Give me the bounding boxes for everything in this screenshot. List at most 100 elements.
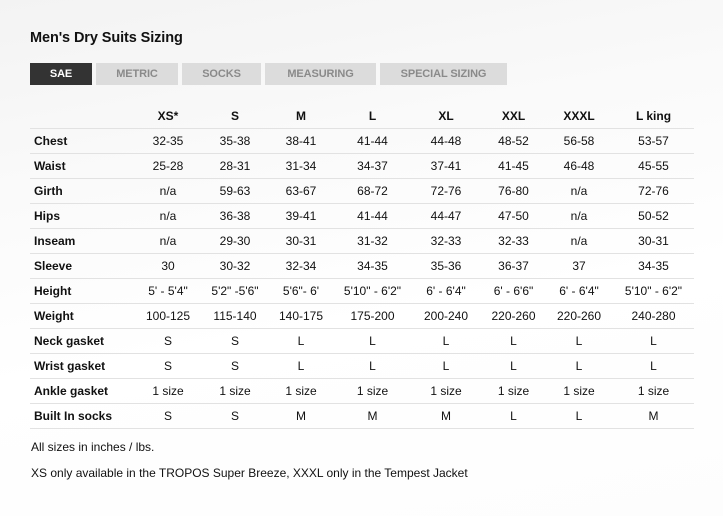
- table-cell: 1 size: [133, 378, 203, 404]
- table-cell: 35-38: [203, 128, 267, 154]
- table-cell: n/a: [545, 203, 613, 229]
- row-label: Wrist gasket: [30, 353, 133, 379]
- table-cell: L: [613, 328, 694, 354]
- table-cell: 115-140: [203, 303, 267, 329]
- table-cell: 30: [133, 253, 203, 279]
- sizing-tabs: SAE METRIC SOCKS MEASURING SPECIAL SIZIN…: [30, 63, 507, 85]
- header-cell-size: XS*: [133, 104, 203, 129]
- table-cell: L: [613, 353, 694, 379]
- table-cell: 140-175: [267, 303, 335, 329]
- header-cell-size: M: [267, 104, 335, 129]
- table-cell: 72-76: [613, 178, 694, 204]
- table-cell: S: [203, 328, 267, 354]
- units-note: All sizes in inches / lbs.: [31, 440, 155, 454]
- table-cell: 32-33: [410, 228, 482, 254]
- table-cell: 34-35: [613, 253, 694, 279]
- table-row: Height 5' - 5'4" 5'2" -5'6" 5'6"- 6' 5'10" -…: [30, 278, 694, 304]
- table-cell: 30-31: [613, 228, 694, 254]
- table-cell: 220-260: [482, 303, 545, 329]
- table-cell: 1 size: [267, 378, 335, 404]
- table-cell: 72-76: [410, 178, 482, 204]
- header-cell-size: XXL: [482, 104, 545, 129]
- tab-socks[interactable]: SOCKS: [182, 63, 261, 85]
- table-cell: n/a: [133, 228, 203, 254]
- table-cell: L: [482, 328, 545, 354]
- table-cell: L: [482, 353, 545, 379]
- tab-measuring[interactable]: MEASURING: [265, 63, 376, 85]
- table-cell: 220-260: [545, 303, 613, 329]
- table-cell: 76-80: [482, 178, 545, 204]
- table-cell: M: [613, 403, 694, 429]
- row-label: Sleeve: [30, 253, 133, 279]
- table-cell: 35-36: [410, 253, 482, 279]
- tab-sae[interactable]: SAE: [30, 63, 92, 85]
- table-cell: 32-35: [133, 128, 203, 154]
- table-cell: L: [267, 353, 335, 379]
- table-cell: L: [410, 328, 482, 354]
- table-cell: 175-200: [335, 303, 410, 329]
- page-title: Men's Dry Suits Sizing: [30, 30, 183, 46]
- table-cell: S: [133, 403, 203, 429]
- header-cell-size: L: [335, 104, 410, 129]
- tab-metric[interactable]: METRIC: [96, 63, 178, 85]
- table-cell: 31-34: [267, 153, 335, 179]
- table-cell: 56-58: [545, 128, 613, 154]
- table-row: Inseam n/a 29-30 30-31 31-32 32-33 32-33 n/a 30-…: [30, 228, 694, 254]
- table-cell: 240-280: [613, 303, 694, 329]
- table-cell: 5'6"- 6': [267, 278, 335, 304]
- table-cell: L: [545, 403, 613, 429]
- table-cell: 38-41: [267, 128, 335, 154]
- header-cell-size: XL: [410, 104, 482, 129]
- row-label: Inseam: [30, 228, 133, 254]
- table-cell: 1 size: [545, 378, 613, 404]
- table-cell: 37-41: [410, 153, 482, 179]
- table-cell: 25-28: [133, 153, 203, 179]
- table-cell: S: [133, 353, 203, 379]
- table-cell: 41-44: [335, 203, 410, 229]
- table-cell: L: [545, 353, 613, 379]
- table-cell: M: [335, 403, 410, 429]
- table-row: Built In socks S S M M M L L M: [30, 403, 694, 429]
- row-label: Neck gasket: [30, 328, 133, 354]
- table-cell: 1 size: [613, 378, 694, 404]
- table-cell: 63-67: [267, 178, 335, 204]
- row-label: Hips: [30, 203, 133, 229]
- row-label: Built In socks: [30, 403, 133, 429]
- table-cell: S: [133, 328, 203, 354]
- table-cell: 32-33: [482, 228, 545, 254]
- table-cell: 28-31: [203, 153, 267, 179]
- table-cell: 5'2" -5'6": [203, 278, 267, 304]
- table-cell: 39-41: [267, 203, 335, 229]
- sizing-table: XS* S M L XL XXL XXXL L king Chest 32-35 35-38 38-…: [30, 104, 694, 429]
- table-cell: 30-31: [267, 228, 335, 254]
- table-cell: 34-37: [335, 153, 410, 179]
- row-label: Height: [30, 278, 133, 304]
- table-cell: 1 size: [203, 378, 267, 404]
- table-cell: 32-34: [267, 253, 335, 279]
- table-cell: 31-32: [335, 228, 410, 254]
- table-cell: 46-48: [545, 153, 613, 179]
- table-cell: 5'10" - 6'2": [613, 278, 694, 304]
- table-cell: 48-52: [482, 128, 545, 154]
- table-cell: L: [267, 328, 335, 354]
- table-cell: M: [267, 403, 335, 429]
- row-label: Girth: [30, 178, 133, 204]
- table-cell: M: [410, 403, 482, 429]
- table-cell: 6' - 6'6": [482, 278, 545, 304]
- table-cell: 1 size: [335, 378, 410, 404]
- table-cell: 34-35: [335, 253, 410, 279]
- table-cell: 5'10" - 6'2": [335, 278, 410, 304]
- row-label: Ankle gasket: [30, 378, 133, 404]
- header-cell-empty: [30, 104, 133, 129]
- tab-special-sizing[interactable]: SPECIAL SIZING: [380, 63, 507, 85]
- table-cell: 59-63: [203, 178, 267, 204]
- table-cell: n/a: [133, 178, 203, 204]
- row-label: Weight: [30, 303, 133, 329]
- table-cell: 37: [545, 253, 613, 279]
- table-cell: 1 size: [410, 378, 482, 404]
- table-row: Wrist gasket S S L L L L L L: [30, 353, 694, 379]
- table-cell: L: [410, 353, 482, 379]
- table-row: Ankle gasket 1 size 1 size 1 size 1 size 1 si…: [30, 378, 694, 404]
- table-cell: 29-30: [203, 228, 267, 254]
- table-row: Chest 32-35 35-38 38-41 41-44 44-48 48-52 56-58…: [30, 128, 694, 154]
